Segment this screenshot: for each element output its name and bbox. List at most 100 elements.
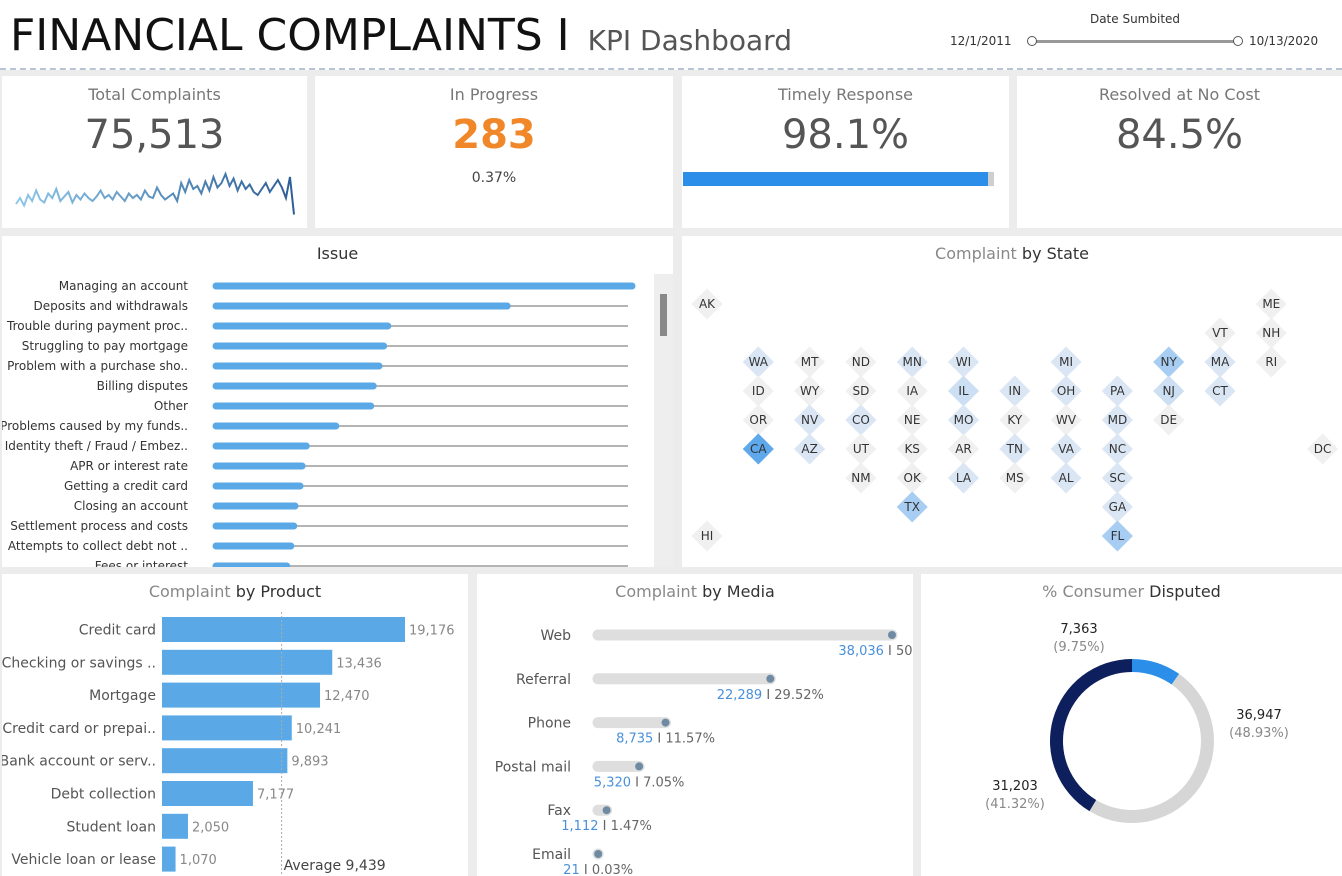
dashboard-title: FINANCIAL COMPLAINTS I KPI Dashboard [10,10,792,61]
state-label: MO [954,413,974,427]
product-value: 19,176 [409,624,455,639]
issue-label: Managing an account [59,279,189,293]
product-label: Bank account or serv.. [2,754,156,770]
state-label: KY [1007,413,1022,427]
state-label: ND [852,355,870,369]
media-panel: Complaint by Media Web38,036 I 50.37%Ref… [477,574,913,876]
state-label: OK [904,471,922,485]
media-label: Phone [528,716,571,732]
state-panel: Complaint by State AK ME VT NH WA MT ND MN WI MI N… [682,236,1342,567]
state-label: NY [1161,355,1178,369]
product-value: 7,177 [257,788,294,803]
product-value: 9,893 [291,755,328,770]
kpi-resolved-no-cost: Resolved at No Cost 84.5% [1017,76,1342,228]
issue-title: Issue [316,244,359,263]
donut-pct-label: (48.93%) [1229,726,1289,741]
product-label: Vehicle loan or lease [11,852,156,868]
state-label: OH [1057,384,1075,398]
issue-scrollbar[interactable] [654,274,673,567]
product-bar [162,617,405,642]
date-end: 10/13/2020 [1249,34,1319,48]
state-label: NE [904,413,921,427]
issue-panel: Issue Managing an account Deposits and wi… [2,236,673,567]
state-label: VT [1212,326,1228,340]
media-value: 8,735 I 11.57% [616,732,715,747]
product-bar [162,682,321,708]
state-label: WV [1056,413,1077,427]
kpi-total-complaints: Total Complaints 75,513 [2,76,307,228]
issue-label: Closing an account [74,499,189,513]
kpi-title: Resolved at No Cost [1099,85,1260,104]
issue-label: Problem with a purchase sho.. [7,359,188,373]
issue-label: Problems caused by my funds.. [2,419,188,433]
state-label: SC [1109,471,1125,485]
product-panel: Complaint by Product Credit card 19,176 Ch… [2,574,468,876]
header-divider [0,68,1342,70]
donut-value-label: 7,363 [1060,622,1097,637]
kpi-title: Timely Response [778,85,913,104]
media-value: 5,320 I 7.05% [594,775,685,790]
sparkline-line [15,171,295,215]
product-bar-chart: Credit card 19,176 Checking or savings .. 1… [2,612,455,876]
average-label: Average 9,439 [284,858,386,874]
state-label: AL [1059,471,1074,485]
issue-scrollbar-thumb[interactable] [660,294,667,336]
product-bar [162,715,292,741]
state-label: IL [958,384,969,398]
issue-label: Billing disputes [97,379,188,393]
product-value: 12,470 [324,689,370,704]
donut-value-label: 31,203 [992,779,1038,794]
media-label: Email [532,847,571,863]
media-value: 38,036 I 50.37% [838,644,913,659]
state-label: IN [1009,384,1022,398]
media-label: Fax [547,803,571,819]
media-dot [635,762,644,771]
issue-label: Deposits and withdrawals [34,299,188,313]
media-label: Postal mail [495,759,571,775]
product-bar [162,846,176,872]
product-bar [162,649,333,675]
product-value: 13,436 [336,656,382,671]
header: FINANCIAL COMPLAINTS I KPI Dashboard Dat… [0,0,1342,70]
state-label: MA [1211,355,1230,369]
slider-handle-start[interactable] [1027,36,1037,46]
state-label: AR [955,442,972,456]
slider-handle-end[interactable] [1233,36,1243,46]
product-bar [162,748,288,774]
state-label: IA [906,384,919,398]
state-label: KS [904,442,920,456]
state-label: TX [903,500,920,514]
donut-slice [1050,659,1132,812]
state-label: UT [853,442,870,456]
product-label: Mortgage [89,688,156,704]
state-label: OR [749,413,767,427]
issue-label: Identity theft / Fraud / Embez.. [5,439,188,453]
state-label: NC [1109,442,1126,456]
issue-bar-chart: Managing an account Deposits and withdraw… [2,279,636,567]
issue-label: Getting a credit card [64,479,188,493]
media-dot [766,674,775,683]
state-label: RI [1265,355,1277,369]
state-label: MS [1006,471,1024,485]
date-range-slider[interactable] [1027,36,1243,46]
state-label: NH [1262,326,1280,340]
donut-pct-label: (41.32%) [985,797,1045,812]
state-label: AK [699,297,716,311]
disputed-panel: % Consumer Disputed 7,363 (9.75%) 36,947 (4… [921,574,1342,876]
media-lollipop-chart: Web 38,036 I 50.37% Referral 22,289 I 29.52… [495,628,913,876]
state-label: CO [852,413,870,427]
date-start: 12/1/2011 [950,34,1012,48]
state-label: HI [701,529,714,543]
state-label: WI [956,355,971,369]
state-label: DC [1314,442,1332,456]
media-value: 1,112 I 1.47% [561,819,652,834]
kpi-in-progress: In Progress 283 0.37% [315,76,673,228]
timely-progress-track [683,172,994,186]
donut-slice [1089,673,1214,823]
state-label: WA [749,355,769,369]
media-dot [594,850,603,858]
state-label: MN [903,355,922,369]
state-label: MI [1059,355,1073,369]
state-label: CA [750,442,767,456]
donut-slice [1132,659,1180,685]
